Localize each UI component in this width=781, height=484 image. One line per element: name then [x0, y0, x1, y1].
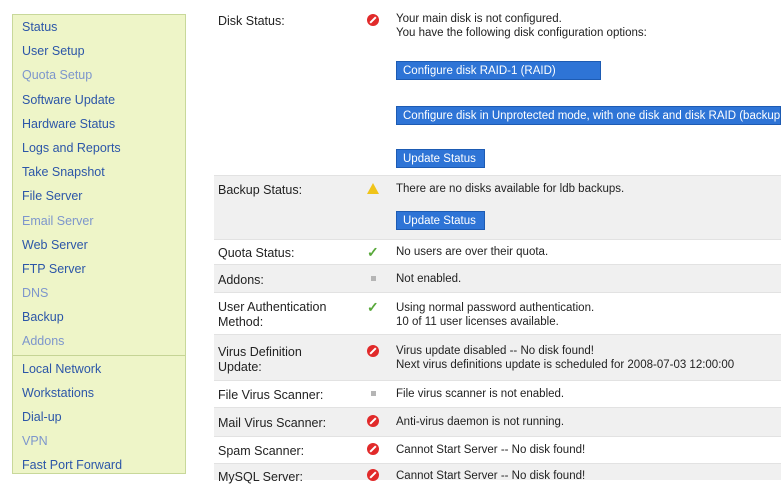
user-auth-label: User Authentication	[218, 300, 327, 314]
sidebar-item-dns[interactable]: DNS	[13, 281, 185, 305]
sidebar-item-web-server[interactable]: Web Server	[13, 233, 185, 257]
spam-scanner-label: Spam Scanner:	[218, 444, 305, 458]
user-auth-message: Using normal password authentication.	[396, 302, 595, 314]
user-auth-licenses: 10 of 11 user licenses available.	[396, 316, 559, 328]
quota-status-label: Quota Status:	[218, 246, 295, 260]
quota-status-message: No users are over their quota.	[396, 246, 549, 258]
file-virus-label: File Virus Scanner:	[218, 388, 324, 402]
addons-message: Not enabled.	[396, 273, 462, 285]
virus-definition-row: Virus Definition Update: Virus update di…	[214, 335, 781, 381]
sidebar-item-addons[interactable]: Addons	[13, 329, 185, 353]
error-icon	[367, 345, 379, 357]
update-backup-status-button[interactable]: Update Status	[396, 211, 485, 230]
disk-status-label: Disk Status:	[218, 14, 285, 28]
mysql-server-label: MySQL Server:	[218, 470, 303, 484]
addons-row: Addons: Not enabled.	[214, 265, 781, 293]
configure-raid-button[interactable]: Configure disk RAID-1 (RAID)	[396, 61, 601, 80]
status-table: Disk Status: Your main disk is not confi…	[214, 0, 781, 484]
disk-status-row: Disk Status: Your main disk is not confi…	[214, 0, 781, 176]
error-icon	[367, 469, 379, 481]
sidebar-item-hardware-status[interactable]: Hardware Status	[13, 112, 185, 136]
mail-virus-row: Mail Virus Scanner: Anti-virus daemon is…	[214, 408, 781, 437]
sidebar-item-vpn[interactable]: VPN	[13, 429, 185, 453]
spam-scanner-row: Spam Scanner: Cannot Start Server -- No …	[214, 437, 781, 464]
sidebar-item-user-setup[interactable]: User Setup	[13, 39, 185, 63]
mail-virus-label: Mail Virus Scanner:	[218, 416, 327, 430]
sidebar-item-quota-setup[interactable]: Quota Setup	[13, 63, 185, 87]
mail-virus-message: Anti-virus daemon is not running.	[396, 416, 565, 428]
mysql-server-row: MySQL Server: Cannot Start Server -- No …	[214, 464, 781, 484]
virus-definition-message: Virus update disabled -- No disk found!	[396, 345, 594, 357]
sidebar-item-software-update[interactable]: Software Update	[13, 88, 185, 112]
addons-label: Addons:	[218, 273, 264, 287]
sidebar-divider	[13, 354, 185, 356]
error-icon	[367, 415, 379, 427]
sidebar-item-dial-up[interactable]: Dial-up	[13, 405, 185, 429]
sidebar-nav: Status User Setup Quota Setup Software U…	[12, 14, 186, 474]
sidebar-item-ftp-server[interactable]: FTP Server	[13, 257, 185, 281]
user-auth-row: User Authentication Method: ✓ Using norm…	[214, 293, 781, 335]
user-auth-label-2: Method:	[218, 315, 264, 329]
check-icon: ✓	[367, 244, 379, 260]
file-virus-row: File Virus Scanner: File virus scanner i…	[214, 381, 781, 408]
sidebar-item-workstations[interactable]: Workstations	[13, 381, 185, 405]
quota-status-row: Quota Status: ✓ No users are over their …	[214, 240, 781, 265]
sidebar-item-status[interactable]: Status	[13, 15, 185, 39]
neutral-icon	[367, 387, 379, 399]
sidebar-item-email-server[interactable]: Email Server	[13, 209, 185, 233]
update-disk-status-button[interactable]: Update Status	[396, 149, 485, 168]
warning-icon	[367, 183, 379, 194]
file-virus-message: File virus scanner is not enabled.	[396, 388, 565, 400]
backup-status-message: There are no disks available for ldb bac…	[396, 183, 625, 195]
backup-status-label: Backup Status:	[218, 183, 303, 197]
virus-definition-label: Virus Definition	[218, 345, 302, 359]
backup-status-row: Backup Status: There are no disks availa…	[214, 176, 781, 240]
sidebar-item-local-network[interactable]: Local Network	[13, 357, 185, 381]
neutral-icon	[367, 272, 379, 284]
sidebar-item-port-forward[interactable]: Fast Port Forward	[13, 453, 185, 477]
spam-scanner-message: Cannot Start Server -- No disk found!	[396, 444, 586, 456]
sidebar-item-file-server[interactable]: File Server	[13, 184, 185, 208]
sidebar-item-take-snapshot[interactable]: Take Snapshot	[13, 160, 185, 184]
error-icon	[367, 14, 379, 26]
sidebar-item-logs-reports[interactable]: Logs and Reports	[13, 136, 185, 160]
sidebar-item-backup[interactable]: Backup	[13, 305, 185, 329]
disk-status-message: Your main disk is not configured.	[396, 13, 562, 25]
error-icon	[367, 443, 379, 455]
disk-status-message-2: You have the following disk configuratio…	[396, 27, 647, 39]
configure-unprotected-button[interactable]: Configure disk in Unprotected mode, with…	[396, 106, 781, 125]
mysql-server-message: Cannot Start Server -- No disk found!	[396, 470, 586, 482]
virus-definition-schedule: Next virus definitions update is schedul…	[396, 359, 735, 371]
virus-definition-label-2: Update:	[218, 360, 262, 374]
check-icon: ✓	[367, 299, 379, 315]
